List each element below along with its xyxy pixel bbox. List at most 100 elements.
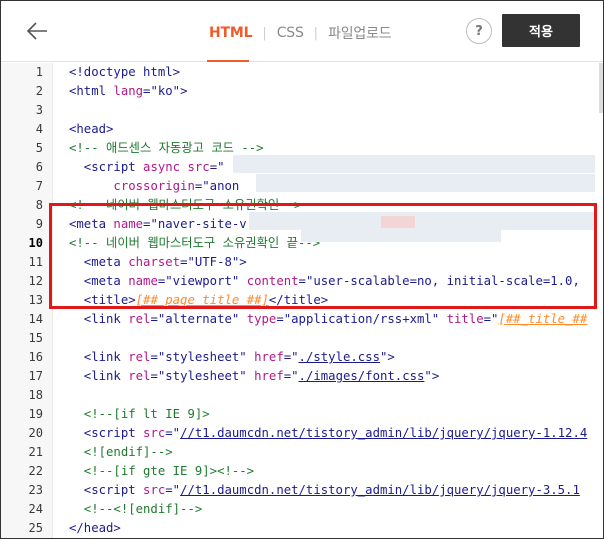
code-token-attr: rel <box>128 369 151 383</box>
apply-button[interactable]: 적용 <box>502 14 580 47</box>
question-icon: ? <box>475 23 483 39</box>
code-text: <head> <box>69 120 113 139</box>
line-number: 4 <box>35 122 43 136</box>
back-button[interactable] <box>21 15 53 47</box>
code-text: <link rel="stylesheet" href="./images/fo… <box>69 367 439 386</box>
active-tab-indicator <box>207 60 249 62</box>
code-text: <script src="//t1.daumcdn.net/tistory_ad… <box>69 481 580 500</box>
code-token-cm: <![endif]--> <box>69 445 173 459</box>
code-token-str: "stylesheet" <box>157 369 255 383</box>
code-token-cm: <!-- 네이버 웹마스터도구 소유권확인--> <box>69 198 302 212</box>
code-token-attr: crossorigin <box>113 179 195 193</box>
code-line[interactable]: 15 <box>1 329 603 348</box>
line-number: 7 <box>35 179 43 193</box>
code-line[interactable]: 18 <box>1 386 603 405</box>
code-text: crossorigin="anon <box>69 177 239 196</box>
code-token-tag: <meta <box>69 217 114 231</box>
code-token-str: "user-scalable=no, initial-scale=1.0, <box>305 274 580 288</box>
code-token-attr: charset <box>128 255 181 269</box>
line-number: 6 <box>35 160 43 174</box>
tab-divider: | <box>262 25 267 41</box>
code-line[interactable]: 23 <script src="//t1.daumcdn.net/tistory… <box>1 481 603 500</box>
redacted-region <box>301 230 501 242</box>
arrow-left-icon <box>26 22 47 40</box>
code-line[interactable]: 3 <box>1 101 603 120</box>
tab-css[interactable]: CSS <box>275 25 306 41</box>
code-text: <title>[##_page_title_##]</title> <box>69 291 328 310</box>
code-token-str: " <box>172 426 181 440</box>
tab-html[interactable]: HTML <box>207 25 254 41</box>
code-line[interactable]: 13 <title>[##_page_title_##]</title> <box>1 291 603 310</box>
code-text: <meta charset="UTF-8"> <box>69 253 247 272</box>
code-token-tag: > <box>431 369 440 383</box>
redacted-region <box>233 155 595 173</box>
code-token-str: "viewport" <box>165 274 247 288</box>
code-token-tpl: [##_page_title_##] <box>135 293 269 307</box>
code-line[interactable]: 4 <head> <box>1 120 603 139</box>
code-line[interactable]: 19 <!--[if lt IE 9]> <box>1 405 603 424</box>
code-token-attr: src <box>143 483 166 497</box>
code-text: </head> <box>69 519 121 538</box>
code-token-cm: <!--[if lt IE 9]> <box>69 407 210 421</box>
code-token-str: " <box>424 369 432 383</box>
line-number: 24 <box>28 502 43 516</box>
redacted-region <box>249 212 595 230</box>
code-token-tag: <script <box>69 160 144 174</box>
code-text: <!-- 네이버 웹마스터도구 소유권확인 끝--> <box>69 234 320 253</box>
tab-file-upload[interactable]: 파일업로드 <box>326 23 393 43</box>
code-token-tag: <script <box>69 483 144 497</box>
line-number: 3 <box>35 103 43 117</box>
code-text: <!--[if gte IE 9]><!--> <box>69 462 254 481</box>
code-token-tag: = <box>165 426 173 440</box>
code-line[interactable]: 1 <!doctype html> <box>1 63 603 82</box>
code-line[interactable]: 16 <link rel="stylesheet" href="./style.… <box>1 348 603 367</box>
code-line[interactable]: 2 <html lang="ko"> <box>1 82 603 101</box>
code-token-tpl: [##_title_## <box>498 312 588 326</box>
line-number: 11 <box>28 255 43 269</box>
code-line[interactable]: 25 </head> <box>1 519 603 538</box>
code-token-tag: = <box>150 312 158 326</box>
code-line[interactable]: 20 <script src="//t1.daumcdn.net/tistory… <box>1 424 603 443</box>
code-token-tag: > <box>180 84 188 98</box>
code-token-attr: async src <box>143 160 210 174</box>
editor-header: HTML | CSS | 파일업로드 ? 적용 <box>1 1 603 62</box>
code-editor[interactable]: 1 <!doctype html> 2 <html lang="ko"> 3 4 <head… <box>1 63 603 538</box>
code-token-url: //t1.daumcdn.net/tistory_admin/lib/jquer… <box>180 426 588 440</box>
code-line[interactable]: 12 <meta name="viewport" content="user-s… <box>1 272 603 291</box>
line-number: 1 <box>35 65 43 79</box>
line-number: 18 <box>28 388 43 402</box>
code-line[interactable]: 14 <link rel="alternate" type="applicati… <box>1 310 603 329</box>
code-line[interactable]: 24 <!--<![endif]--> <box>1 500 603 519</box>
code-line[interactable]: 17 <link rel="stylesheet" href="./images… <box>1 367 603 386</box>
code-token-tag: = <box>165 483 173 497</box>
code-token-str: "naver-site-v <box>150 217 247 231</box>
line-number: 16 <box>28 350 43 364</box>
code-line[interactable]: 22 <!--[if gte IE 9]><!--> <box>1 462 603 481</box>
code-token-str: " <box>172 483 181 497</box>
redacted-region <box>256 174 595 192</box>
line-number: 17 <box>28 369 43 383</box>
code-token-tag: <html <box>69 84 114 98</box>
line-number: 19 <box>28 407 43 421</box>
code-text: <script src="//t1.daumcdn.net/tistory_ad… <box>69 424 587 443</box>
code-text: <script async src=" <box>69 158 225 177</box>
code-token-tag: = <box>150 369 158 383</box>
code-line[interactable]: 21 <![endif]--> <box>1 443 603 462</box>
code-token-attr: name <box>128 274 158 288</box>
line-number: 13 <box>28 293 43 307</box>
redacted-region <box>381 216 415 228</box>
code-token-cm: <!--<![endif]--> <box>69 502 203 516</box>
code-token-str: "ko" <box>150 84 181 98</box>
line-number: 2 <box>35 84 43 98</box>
code-token-attr: rel <box>128 350 151 364</box>
line-number: 9 <box>35 217 43 231</box>
code-line[interactable]: 11 <meta charset="UTF-8"> <box>1 253 603 272</box>
skin-editor-window: HTML | CSS | 파일업로드 ? 적용 1 <!doctype html>… <box>0 0 604 539</box>
code-token-tag: <script <box>69 426 144 440</box>
help-button[interactable]: ? <box>466 18 492 44</box>
code-token-attr: href <box>254 369 284 383</box>
tab-divider: | <box>313 25 319 41</box>
line-number: 10 <box>28 236 43 250</box>
line-number: 21 <box>28 445 43 459</box>
